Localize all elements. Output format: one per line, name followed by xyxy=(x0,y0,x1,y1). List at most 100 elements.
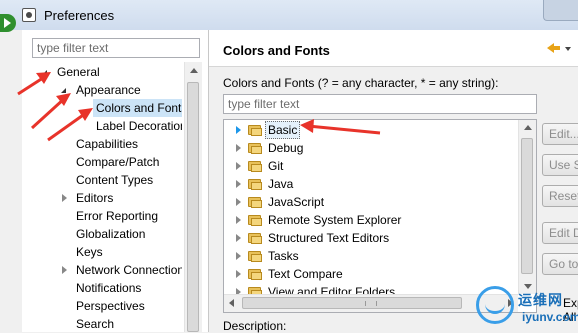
reset-button[interactable]: Reset xyxy=(542,185,578,207)
title-bar: Preferences xyxy=(0,0,578,30)
tree-item-label: Globalization xyxy=(76,227,146,241)
collapsed-triangle-icon[interactable] xyxy=(236,270,241,278)
tree-item-notifications[interactable]: Notifications xyxy=(22,279,182,297)
description-label: Description: xyxy=(223,319,287,333)
tree-item-label: Compare/Patch xyxy=(76,155,160,169)
tree-item-label: Keys xyxy=(76,245,103,259)
category-java[interactable]: Java xyxy=(224,175,518,193)
collapsed-triangle-icon[interactable] xyxy=(236,180,241,188)
edit-default-button[interactable]: Edit Default xyxy=(542,222,578,244)
category-label: Tasks xyxy=(268,249,299,263)
category-javascript[interactable]: JavaScript xyxy=(224,193,518,211)
tree-item-label: Notifications xyxy=(76,281,142,295)
category-label: Text Compare xyxy=(268,267,343,281)
edit-button[interactable]: Edit... xyxy=(542,123,578,145)
tree-item-general[interactable]: General xyxy=(22,63,182,81)
colors-fonts-folder-icon xyxy=(248,269,262,280)
tree-item-search[interactable]: Search xyxy=(22,315,182,333)
tree-item-appearance[interactable]: Appearance xyxy=(22,81,182,99)
tree-item-editors[interactable]: Editors xyxy=(22,189,182,207)
collapsed-triangle-icon[interactable] xyxy=(236,126,241,134)
collapsed-triangle-icon[interactable] xyxy=(236,198,241,206)
colors-fonts-folder-icon xyxy=(248,143,262,154)
tree-item-capabilities[interactable]: Capabilities xyxy=(22,135,182,153)
collapsed-triangle-icon[interactable] xyxy=(236,252,241,260)
back-arrow-icon[interactable] xyxy=(547,42,561,54)
site-watermark-logo: 运维网 iyunv.com xyxy=(470,282,578,332)
category-label: Debug xyxy=(268,141,304,155)
window-controls[interactable] xyxy=(543,0,578,21)
tree-item-label: General xyxy=(57,65,100,79)
collapsed-triangle-icon[interactable] xyxy=(236,162,241,170)
go-to-default-button[interactable]: Go to Default xyxy=(542,253,578,275)
colors-fonts-folder-icon xyxy=(248,215,262,226)
tree-item-label: Content Types xyxy=(76,173,154,187)
scrollbar-thumb[interactable] xyxy=(187,82,199,332)
tree-item-label: Perspectives xyxy=(76,299,145,313)
categories-vertical-scrollbar[interactable] xyxy=(518,120,536,294)
category-filter-input[interactable] xyxy=(223,94,537,114)
tree-item-label: Editors xyxy=(76,191,114,205)
colors-fonts-folder-icon xyxy=(248,179,262,190)
tree-item-keys[interactable]: Keys xyxy=(22,243,182,261)
tree-item-label: Error Reporting xyxy=(76,209,159,223)
tree-item-error-reporting[interactable]: Error Reporting xyxy=(22,207,182,225)
watermark-en-text: iyunv.com xyxy=(522,310,578,324)
filter-description: Colors and Fonts (? = any character, * =… xyxy=(223,76,499,90)
tree-item-content-types[interactable]: Content Types xyxy=(22,171,182,189)
category-git[interactable]: Git xyxy=(224,157,518,175)
scroll-up-icon[interactable] xyxy=(190,68,198,73)
expanded-triangle-icon[interactable] xyxy=(61,88,66,93)
tree-item-network-connections[interactable]: Network Connections xyxy=(22,261,182,279)
tree-item-label: Colors and Fonts xyxy=(93,99,182,117)
nav-filter-input[interactable] xyxy=(32,38,200,58)
category-text-compare[interactable]: Text Compare xyxy=(224,265,518,283)
tree-item-label-decorations[interactable]: Label Decorations xyxy=(22,117,182,135)
preferences-nav-pane: General Appearance Colors and Fonts Labe… xyxy=(22,30,209,332)
category-tasks[interactable]: Tasks xyxy=(224,247,518,265)
chevron-down-icon[interactable] xyxy=(565,47,571,51)
collapsed-triangle-icon[interactable] xyxy=(236,216,241,224)
watermark-cn-text: 运维网 xyxy=(518,292,563,308)
tree-item-label: Label Decorations xyxy=(96,119,182,133)
tree-item-perspectives[interactable]: Perspectives xyxy=(22,297,182,315)
tree-item-label: Network Connections xyxy=(76,263,182,277)
tree-item-label: Search xyxy=(76,317,115,331)
window-title: Preferences xyxy=(44,8,115,23)
tree-item-globalization[interactable]: Globalization xyxy=(22,225,182,243)
colors-fonts-folder-icon xyxy=(248,197,262,208)
expanded-triangle-icon[interactable] xyxy=(42,70,47,75)
tree-item-colors-and-fonts[interactable]: Colors and Fonts xyxy=(22,99,182,117)
category-basic[interactable]: Basic xyxy=(224,121,518,139)
collapsed-triangle-icon[interactable] xyxy=(236,144,241,152)
tree-item-compare-patch[interactable]: Compare/Patch xyxy=(22,153,182,171)
category-structured-text-editors[interactable]: Structured Text Editors xyxy=(224,229,518,247)
category-remote-system-explorer[interactable]: Remote System Explorer xyxy=(224,211,518,229)
colors-fonts-folder-icon xyxy=(248,251,262,262)
category-label: Java xyxy=(268,177,294,191)
collapsed-triangle-icon[interactable] xyxy=(236,234,241,242)
collapsed-triangle-icon[interactable] xyxy=(62,266,67,274)
category-label: Basic xyxy=(265,121,301,139)
colors-fonts-folder-icon xyxy=(248,233,262,244)
nav-vertical-scrollbar[interactable] xyxy=(184,62,202,332)
category-label: JavaScript xyxy=(268,195,325,209)
watermark-logo-icon xyxy=(476,286,514,324)
preferences-app-icon xyxy=(22,8,36,22)
tree-item-label: Capabilities xyxy=(76,137,139,151)
colors-fonts-folder-icon xyxy=(248,125,262,136)
collapsed-triangle-icon[interactable] xyxy=(62,194,67,202)
category-label: Git xyxy=(268,159,284,173)
colors-fonts-folder-icon xyxy=(248,161,262,172)
scroll-up-icon[interactable] xyxy=(524,125,532,130)
scrollbar-thumb[interactable] xyxy=(521,138,533,274)
page-title: Colors and Fonts xyxy=(223,43,330,58)
use-system-font-button[interactable]: Use System Font xyxy=(542,154,578,176)
tree-item-label: Appearance xyxy=(76,83,141,97)
page-header: Colors and Fonts xyxy=(209,30,578,67)
category-label: Structured Text Editors xyxy=(268,231,390,245)
category-debug[interactable]: Debug xyxy=(224,139,518,157)
scrollbar-thumb[interactable] xyxy=(242,297,462,309)
scroll-left-icon[interactable] xyxy=(229,299,234,307)
category-label: Remote System Explorer xyxy=(268,213,402,227)
